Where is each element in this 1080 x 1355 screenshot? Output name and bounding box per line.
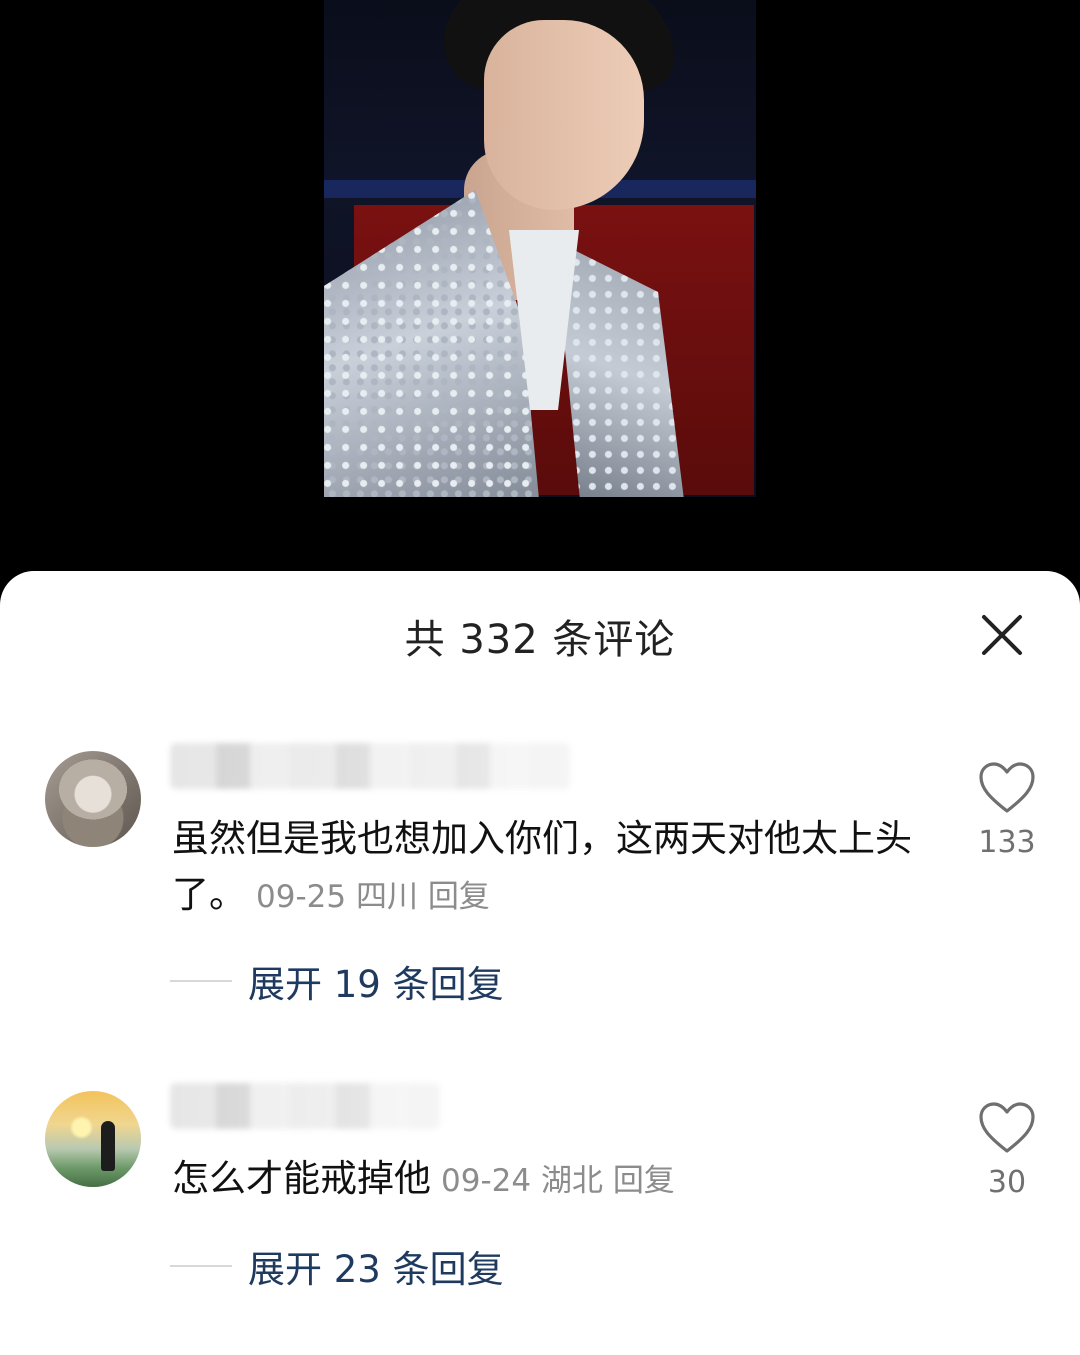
comment-body: 怎么才能戒掉他	[172, 1157, 431, 1200]
comment-sheet: 共 332 条评论 虽然但是我也想加入你们，这两天对他太上头了。 09-25 四川…	[0, 571, 1080, 1355]
comment-text: 虽然但是我也想加入你们，这两天对他太上头了。 09-25 四川 回复	[172, 811, 912, 925]
expand-replies-button[interactable]: 展开 19 条回复	[170, 956, 504, 1006]
reply-button[interactable]: 回复	[613, 1163, 675, 1199]
avatar[interactable]	[45, 751, 141, 847]
like-button[interactable]: 133	[962, 761, 1052, 860]
video-area[interactable]	[0, 0, 1080, 600]
username-blurred[interactable]	[170, 1083, 440, 1129]
expand-replies-button[interactable]: 展开 23 条回复	[170, 1241, 504, 1291]
video-frame[interactable]	[324, 0, 756, 497]
reply-button[interactable]: 回复	[428, 879, 490, 915]
heart-outline-icon	[979, 762, 1035, 813]
close-icon	[982, 615, 1022, 655]
comment-location: 湖北	[540, 1163, 603, 1199]
username-blurred[interactable]	[170, 743, 570, 789]
sheet-header: 共 332 条评论	[0, 571, 1080, 701]
like-button[interactable]: 30	[962, 1101, 1052, 1200]
expand-replies-label: 展开 23 条回复	[248, 1248, 504, 1291]
comment-date: 09-25	[256, 879, 347, 915]
like-count: 133	[978, 825, 1036, 860]
heart-outline-icon	[979, 1102, 1035, 1153]
close-button[interactable]	[974, 607, 1030, 663]
comment-count-title: 共 332 条评论	[404, 617, 676, 663]
comment-location: 四川	[355, 879, 418, 915]
divider-line	[170, 1265, 232, 1267]
comment-date: 09-24	[441, 1163, 532, 1199]
avatar-figure	[101, 1121, 115, 1171]
comment-meta: 09-24 湖北 回复	[441, 1163, 675, 1199]
expand-replies-label: 展开 19 条回复	[248, 963, 504, 1006]
comment-text: 怎么才能戒掉他 09-24 湖北 回复	[172, 1151, 912, 1209]
divider-line	[170, 980, 232, 982]
comment-meta: 09-25 四川 回复	[256, 879, 490, 915]
like-count: 30	[987, 1165, 1027, 1200]
avatar[interactable]	[45, 1091, 141, 1187]
